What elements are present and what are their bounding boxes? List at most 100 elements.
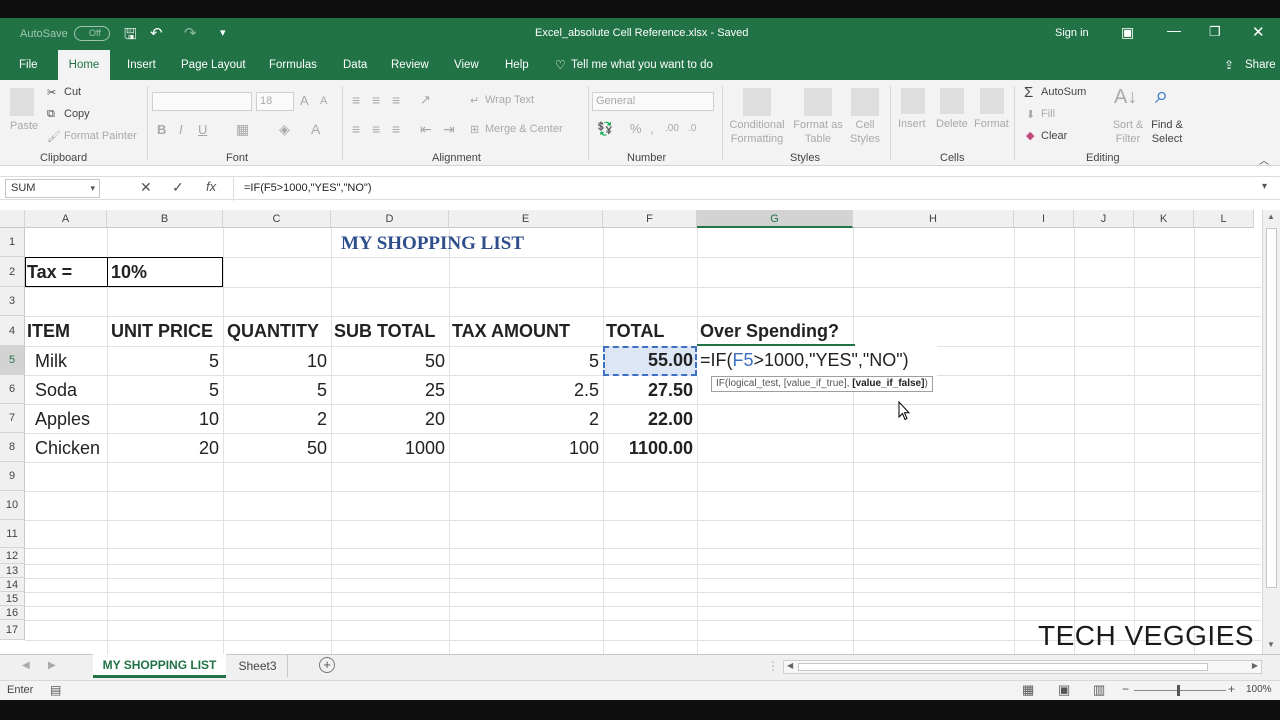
row-header-3[interactable]: 3 (0, 287, 25, 316)
horizontal-scroll-thumb[interactable] (798, 663, 1208, 671)
cell-g5-formula[interactable]: =IF(F5>1000,"YES","NO") (700, 346, 909, 375)
font-name-dropdown[interactable] (152, 92, 252, 111)
row-header-10[interactable]: 10 (0, 491, 25, 520)
conditional-formatting-button[interactable]: Conditional Formatting (727, 118, 787, 146)
column-header-g[interactable]: G (697, 210, 853, 228)
number-format-dropdown[interactable]: General (592, 92, 714, 111)
merge-icon[interactable]: ⊞ (470, 123, 479, 136)
align-center-icon[interactable]: ≡ (372, 121, 380, 137)
eraser-icon[interactable]: ◆ (1026, 129, 1034, 142)
column-header-l[interactable]: L (1194, 210, 1254, 228)
accounting-format-icon[interactable]: 💱 (597, 121, 613, 137)
find-select-button[interactable]: Find & Select (1146, 118, 1188, 146)
cell-a5[interactable]: Milk (35, 347, 67, 376)
row-header-2[interactable]: 2 (0, 257, 25, 287)
header-cell-3[interactable]: QUANTITY (227, 317, 319, 346)
tab-data[interactable]: Data (335, 50, 375, 80)
cell-b6[interactable]: 5 (107, 376, 219, 405)
scissors-icon[interactable]: ✂ (47, 86, 56, 99)
zoom-in-icon[interactable]: + (1228, 682, 1235, 696)
cell-d8[interactable]: 1000 (331, 434, 445, 463)
select-all-corner[interactable] (0, 210, 25, 228)
row-header-7[interactable]: 7 (0, 404, 25, 433)
sort-filter-icon[interactable]: A↓ (1114, 86, 1137, 109)
horizontal-scrollbar[interactable]: ◀ ▶ (783, 660, 1262, 674)
undo-icon[interactable]: ↶ (150, 24, 163, 42)
copy-icon[interactable]: ⧉ (47, 108, 55, 121)
font-size-dropdown[interactable]: 18 (256, 92, 294, 111)
column-header-f[interactable]: F (603, 210, 697, 228)
format-as-table-button[interactable]: Format as Table (792, 118, 844, 146)
column-header-a[interactable]: A (25, 210, 107, 228)
format-cells-icon[interactable] (980, 88, 1004, 114)
comma-style-icon[interactable]: , (650, 121, 654, 136)
grow-font-icon[interactable]: A (300, 93, 309, 108)
column-header-c[interactable]: C (223, 210, 331, 228)
tell-me-search[interactable]: Tell me what you want to do (563, 50, 721, 80)
enter-formula-icon[interactable]: ✓ (172, 179, 184, 196)
clear-button[interactable]: Clear (1041, 130, 1067, 142)
minimize-icon[interactable]: — (1167, 22, 1181, 38)
column-header-k[interactable]: K (1134, 210, 1194, 228)
sort-filter-button[interactable]: Sort & Filter (1110, 118, 1146, 146)
macro-record-icon[interactable]: ▤ (50, 683, 61, 697)
format-painter-icon[interactable]: 🖌 (47, 130, 61, 143)
tab-page-layout[interactable]: Page Layout (173, 50, 254, 80)
next-sheet-icon[interactable]: ▶ (48, 660, 56, 671)
add-sheet-icon[interactable]: + (319, 657, 335, 673)
row-header-1[interactable]: 1 (0, 228, 25, 257)
paste-icon[interactable] (10, 88, 34, 116)
bold-icon[interactable]: B (157, 122, 166, 137)
row-header-15[interactable]: 15 (0, 592, 25, 606)
cell-f6[interactable]: 27.50 (603, 376, 693, 405)
formula-input[interactable]: =IF(F5>1000,"YES","NO") (244, 182, 372, 194)
autosum-button[interactable]: AutoSum (1041, 86, 1086, 98)
sigma-icon[interactable]: Σ (1024, 84, 1033, 101)
orientation-icon[interactable]: ↗ (420, 92, 431, 108)
column-header-j[interactable]: J (1074, 210, 1134, 228)
zoom-level[interactable]: 100% (1246, 684, 1272, 695)
name-box[interactable]: SUM ▾ (5, 179, 100, 198)
normal-view-icon[interactable]: ▦ (1022, 682, 1034, 698)
page-break-view-icon[interactable]: ▥ (1093, 682, 1105, 698)
sign-in-link[interactable]: Sign in (1055, 27, 1089, 39)
vertical-scrollbar[interactable]: ▲ ▼ (1262, 210, 1280, 654)
column-header-i[interactable]: I (1014, 210, 1074, 228)
cell-e5[interactable]: 5 (449, 347, 599, 376)
insert-cells-icon[interactable] (901, 88, 925, 114)
align-right-icon[interactable]: ≡ (392, 121, 400, 137)
zoom-slider-thumb[interactable] (1177, 685, 1180, 696)
cell-d7[interactable]: 20 (331, 405, 445, 434)
cell-d6[interactable]: 25 (331, 376, 445, 405)
align-middle-icon[interactable]: ≡ (372, 92, 380, 108)
delete-cells-button[interactable]: Delete (936, 118, 968, 130)
redo-icon[interactable]: ↷ (184, 24, 197, 42)
column-header-d[interactable]: D (331, 210, 449, 228)
prev-sheet-icon[interactable]: ◀ (22, 660, 30, 671)
row-header-4[interactable]: 4 (0, 316, 25, 346)
tax-value[interactable]: 10% (111, 258, 147, 287)
autosave-toggle[interactable]: Off (74, 26, 110, 41)
paste-button[interactable]: Paste (10, 120, 38, 132)
row-header-6[interactable]: 6 (0, 375, 25, 404)
font-color-icon[interactable]: A (311, 121, 320, 137)
cell-d5[interactable]: 50 (331, 347, 445, 376)
tab-home[interactable]: Home (58, 50, 110, 80)
cell-f7[interactable]: 22.00 (603, 405, 693, 434)
fill-color-icon[interactable]: ◈ (279, 121, 290, 138)
cell-f8[interactable]: 1100.00 (603, 434, 693, 463)
percent-icon[interactable]: % (630, 121, 642, 136)
cell-styles-button[interactable]: Cell Styles (845, 118, 885, 146)
cell-a8[interactable]: Chicken (35, 434, 100, 463)
header-cell-1[interactable]: ITEM (27, 317, 70, 346)
share-button[interactable]: Share (1237, 50, 1280, 80)
cell-b5[interactable]: 5 (107, 347, 219, 376)
align-bottom-icon[interactable]: ≡ (392, 92, 400, 108)
cancel-formula-icon[interactable]: ✕ (140, 179, 152, 196)
fill-button[interactable]: Fill (1041, 108, 1055, 120)
cut-button[interactable]: Cut (64, 86, 81, 98)
column-header-b[interactable]: B (107, 210, 223, 228)
shrink-font-icon[interactable]: A (320, 95, 327, 107)
row-header-16[interactable]: 16 (0, 606, 25, 620)
cell-c7[interactable]: 2 (223, 405, 327, 434)
